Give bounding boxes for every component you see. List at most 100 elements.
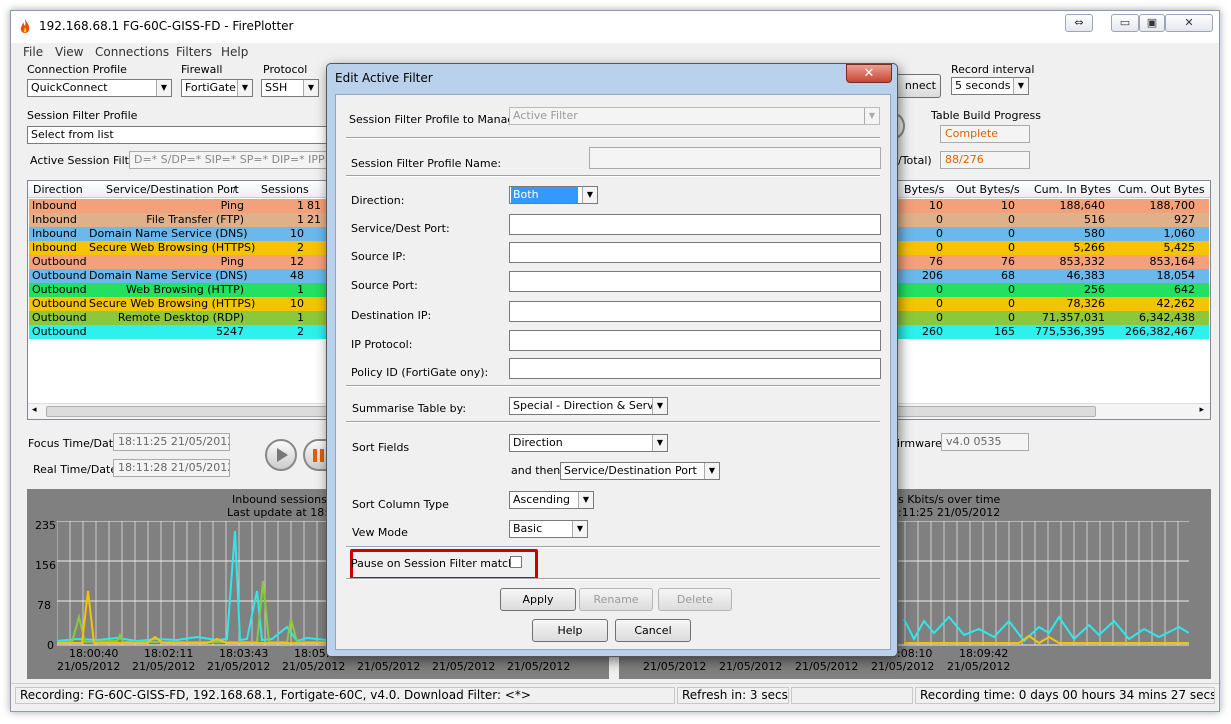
apply-button[interactable]: Apply: [500, 588, 576, 611]
firewall-label: Firewall: [181, 63, 223, 76]
source-ip-label: Source IP:: [351, 250, 406, 263]
scroll-right-icon[interactable]: ▸: [1199, 405, 1204, 415]
source-port-input[interactable]: [509, 271, 881, 292]
connect-button[interactable]: nnect: [891, 74, 941, 98]
col-cum-in[interactable]: Cum. In Bytes: [1034, 183, 1111, 196]
x-tick-time: 18:00:40: [69, 647, 119, 660]
x-tick-date: 21/05/2012: [357, 660, 421, 673]
sort-field2-value: Service/Destination Port: [564, 464, 697, 477]
cell-cum-out: 1,060: [1163, 227, 1196, 240]
cell-sessions: 1: [297, 213, 304, 226]
policy-id-input[interactable]: [509, 358, 881, 379]
source-ip-input[interactable]: [509, 242, 881, 263]
minimize-button[interactable]: ▭: [1111, 14, 1139, 32]
chevron-down-icon: ▼: [582, 187, 597, 203]
delete-button[interactable]: Delete: [658, 588, 732, 611]
view-mode-label: Vew Mode: [352, 526, 408, 539]
restore-arrows-icon[interactable]: ⇔: [1065, 14, 1093, 32]
session-filter-profile-select[interactable]: Select from list: [27, 126, 332, 144]
menu-view[interactable]: View: [55, 45, 83, 59]
menu-filters[interactable]: Filters: [176, 45, 212, 59]
service-port-label: Service/Dest Port:: [351, 222, 450, 235]
view-mode-select[interactable]: Basic ▼: [509, 520, 588, 538]
cell-out-bps: 0: [1008, 241, 1015, 254]
cell-cum-out: 642: [1174, 283, 1195, 296]
cell-sessions: 1: [297, 199, 304, 212]
play-button[interactable]: [265, 439, 297, 471]
protocol-value: SSH: [265, 81, 288, 94]
cell-direction: Inbound: [32, 227, 77, 240]
col-out-bytes[interactable]: Out Bytes/s: [956, 183, 1020, 196]
x-tick-date: 21/05/2012: [947, 660, 1011, 673]
cell-service: Secure Web Browsing (HTTPS): [89, 241, 256, 254]
chevron-down-icon: ▼: [1013, 78, 1028, 94]
sort-col-type-value: Ascending: [513, 493, 571, 506]
pause-checkbox[interactable]: [510, 556, 522, 568]
graph-right-title: ns Kbits/s over time: [891, 493, 1001, 506]
profile-to-manage-select[interactable]: Active Filter ▼: [509, 107, 880, 125]
menu-file[interactable]: File: [23, 45, 43, 59]
col-sessions[interactable]: Sessions: [261, 183, 309, 196]
x-tick-date: 21/05/2012: [795, 660, 859, 673]
x-tick-date: 21/05/2012: [57, 660, 121, 673]
connection-profile-label: Connection Profile: [27, 63, 127, 76]
total-value: 88/276: [940, 151, 1030, 169]
cell-service: 5247: [216, 325, 244, 338]
firewall-value: FortiGate: [185, 81, 236, 94]
col-direction[interactable]: Direction: [33, 183, 83, 196]
x-tick-date: 21/05/2012: [643, 660, 707, 673]
cell-cum-in: 78,326: [1066, 297, 1106, 310]
service-port-input[interactable]: [509, 214, 881, 235]
menu-help[interactable]: Help: [221, 45, 248, 59]
dialog-body: Session Filter Profile to Manage Active …: [335, 94, 891, 650]
real-time-value: 18:11:28 21/05/2012: [113, 459, 230, 477]
policy-id-label: Policy ID (FortiGate ony):: [351, 366, 489, 379]
cell-cum-out: 6,342,438: [1139, 311, 1195, 324]
cell-cum-in: 188,640: [1059, 199, 1106, 212]
cell-out-bps: 10: [1001, 199, 1015, 212]
cancel-button[interactable]: Cancel: [615, 619, 691, 642]
dest-ip-label: Destination IP:: [351, 309, 432, 322]
maximize-button[interactable]: ▣: [1139, 14, 1165, 32]
profile-name-input[interactable]: [589, 147, 881, 169]
y-tick: 0: [47, 639, 54, 652]
cell-extra: 81: [307, 199, 321, 212]
protocol-select[interactable]: SSH ▼: [261, 79, 319, 97]
sort-field1-value: Direction: [513, 436, 563, 449]
ip-protocol-input[interactable]: [509, 330, 881, 351]
focus-time-value: 18:11:25 21/05/2012: [113, 433, 230, 451]
col-service[interactable]: Service/Destination Port: [106, 183, 239, 196]
sort-col-type-select[interactable]: Ascending ▼: [509, 491, 594, 509]
sort-field1-select[interactable]: Direction ▼: [509, 434, 668, 452]
title-bar: 192.168.68.1 FG-60C-GISS-FD - FirePlotte…: [11, 11, 1219, 43]
chevron-down-icon: ▼: [303, 80, 318, 96]
close-button[interactable]: ✕: [1165, 14, 1213, 32]
firewall-select[interactable]: FortiGate ▼: [181, 79, 253, 97]
scroll-left-icon[interactable]: ◂: [32, 405, 37, 415]
summarise-value: Special - Direction & Service: [513, 399, 668, 412]
active-session-filter-label: Active Session Filter: [30, 154, 141, 167]
col-in-bytes[interactable]: Bytes/s: [904, 183, 944, 196]
connection-profile-select[interactable]: QuickConnect ▼: [27, 79, 172, 97]
dest-ip-input[interactable]: [509, 301, 881, 322]
summarise-select[interactable]: Special - Direction & Service ▼: [509, 397, 668, 415]
x-tick-time: 18:09:42: [959, 647, 1009, 660]
cell-sessions: 2: [297, 325, 304, 338]
cell-cum-in: 775,536,395: [1035, 325, 1105, 338]
play-icon: [277, 448, 288, 462]
status-bar: Recording: FG-60C-GISS-FD, 192.168.68.1,…: [11, 683, 1219, 705]
cell-service: Web Browsing (HTTP): [125, 283, 244, 296]
status-refresh: Refresh in: 3 secs: [677, 687, 789, 704]
status-recording: Recording: FG-60C-GISS-FD, 192.168.68.1,…: [15, 687, 675, 704]
profile-name-label: Session Filter Profile Name:: [351, 157, 502, 170]
record-interval-select[interactable]: 5 seconds ▼: [951, 77, 1029, 95]
dialog-close-icon[interactable]: ✕: [846, 64, 892, 83]
rename-button[interactable]: Rename: [579, 588, 653, 611]
help-button[interactable]: Help: [532, 619, 608, 642]
sort-field2-select[interactable]: Service/Destination Port ▼: [560, 462, 720, 480]
ip-protocol-label: IP Protocol:: [351, 338, 413, 351]
col-cum-out[interactable]: Cum. Out Bytes: [1118, 183, 1205, 196]
direction-value: Both: [511, 187, 578, 203]
direction-select[interactable]: Both ▼: [509, 186, 598, 204]
menu-connections[interactable]: Connections: [95, 45, 169, 59]
